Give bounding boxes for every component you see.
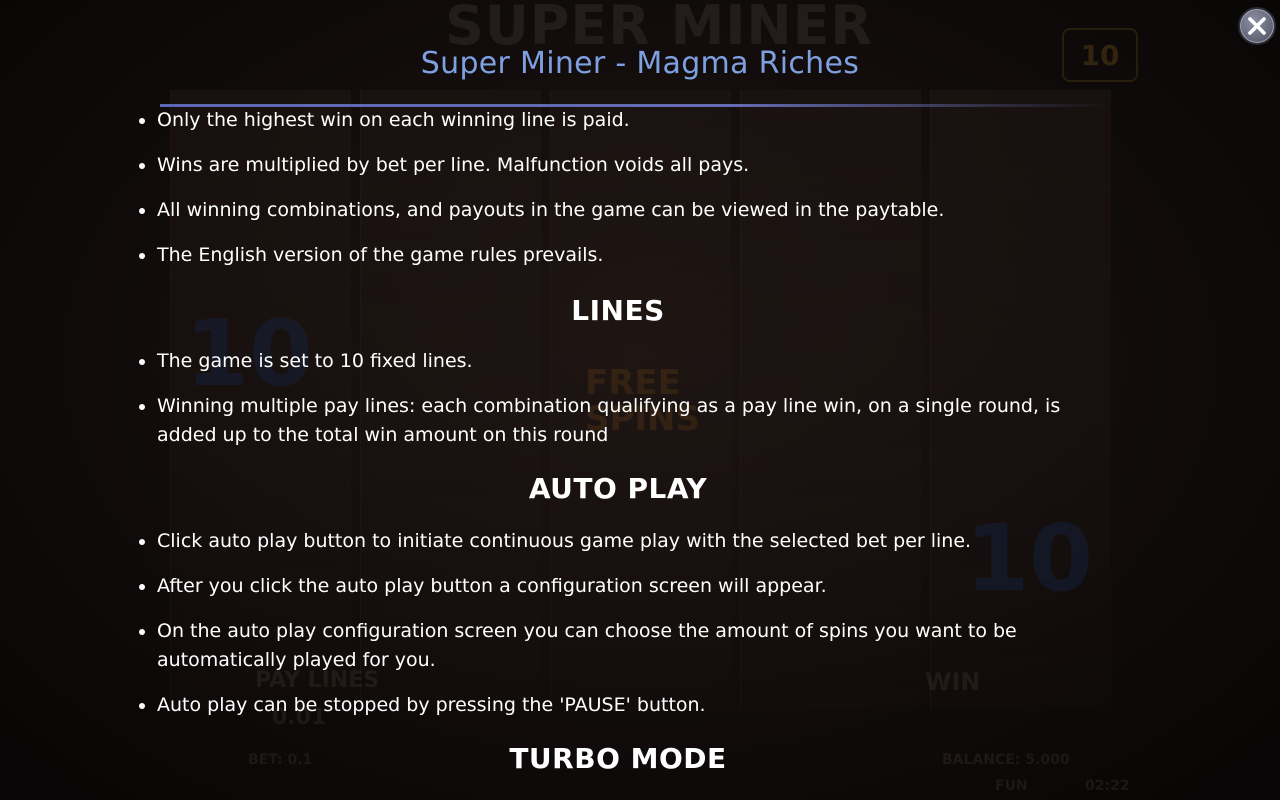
game-stage: SUPER MINER 10 10 10 FREE SPINS PAY LINE… (0, 0, 1280, 800)
section-title-lines: LINES (571, 294, 665, 327)
rules-content: Only the highest win on each winning lin… (118, 106, 1098, 773)
auto-play-rules-list: Click auto play button to initiate conti… (118, 527, 1098, 720)
close-button[interactable] (1238, 7, 1276, 45)
rule-item: After you click the auto play button a c… (139, 572, 1098, 601)
rule-item: Click auto play button to initiate conti… (139, 527, 1098, 556)
rule-item: The English version of the game rules pr… (139, 241, 1098, 270)
rule-item: Only the highest win on each winning lin… (139, 106, 1098, 135)
rule-item: Auto play can be stopped by pressing the… (139, 691, 1098, 720)
page-title: Super Miner - Magma Riches (420, 46, 860, 81)
section-title-auto-play: AUTO PLAY (528, 472, 708, 505)
rule-item: Winning multiple pay lines: each combina… (139, 392, 1098, 450)
lines-rules-list: The game is set to 10 fixed lines. Winni… (118, 347, 1098, 450)
rule-item: On the auto play configuration screen yo… (139, 617, 1098, 675)
section-title-turbo-mode: TURBO MODE (509, 742, 727, 775)
rule-item: All winning combinations, and payouts in… (139, 196, 1098, 225)
rules-overlay: Super Miner - Magma Riches Only the high… (0, 0, 1280, 800)
rule-item: The game is set to 10 fixed lines. (139, 347, 1098, 376)
close-icon (1247, 16, 1267, 36)
intro-rules-list: Only the highest win on each winning lin… (118, 106, 1098, 270)
rule-item: Wins are multiplied by bet per line. Mal… (139, 151, 1098, 180)
